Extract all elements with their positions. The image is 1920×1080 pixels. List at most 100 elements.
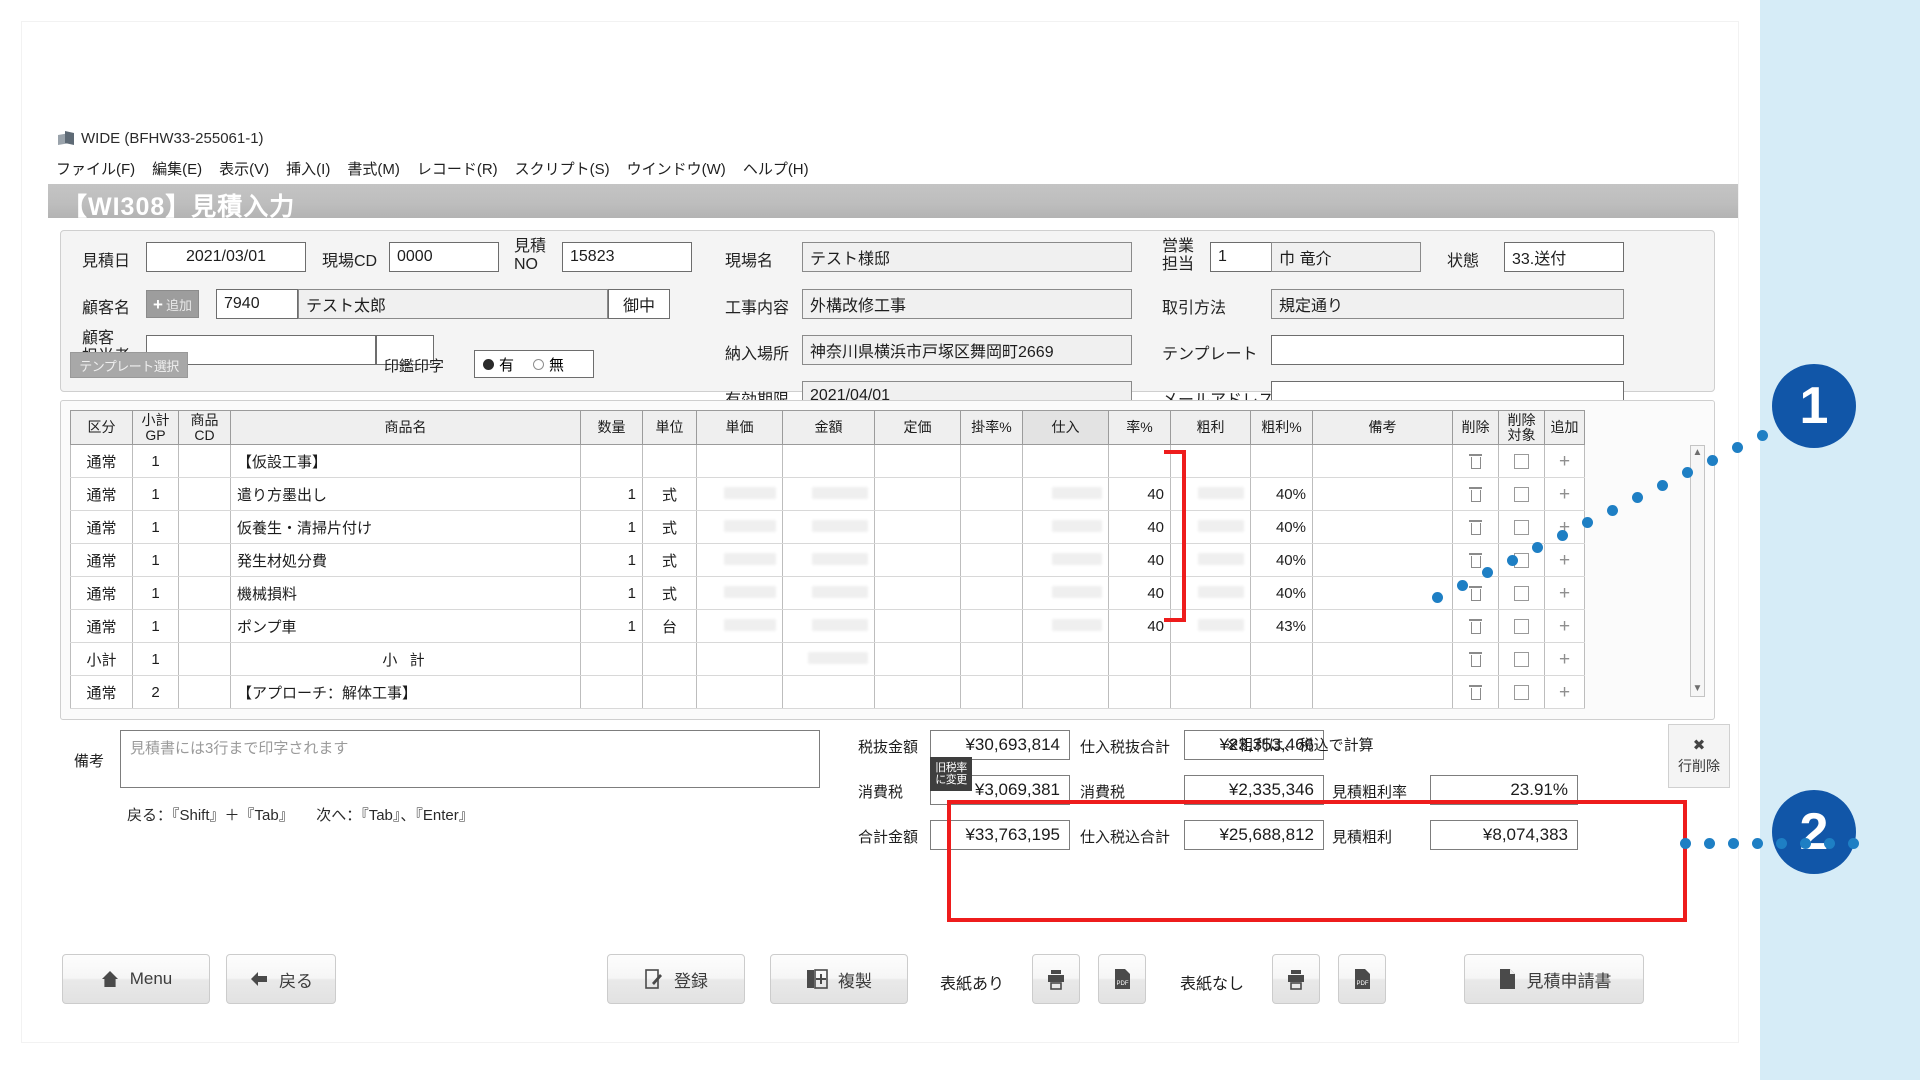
cell-kubun[interactable]: 通常 xyxy=(70,609,133,643)
cell-memo[interactable] xyxy=(1312,444,1453,478)
cell-rate-pct[interactable] xyxy=(960,609,1023,643)
cell-amount[interactable] xyxy=(782,444,875,478)
cell-gross-profit[interactable] xyxy=(1170,675,1251,709)
delete-target-checkbox[interactable] xyxy=(1498,510,1545,544)
status-field[interactable]: 33.送付 xyxy=(1504,242,1624,272)
cell-list-price[interactable] xyxy=(874,477,961,511)
table-row[interactable]: 通常 2 【アプローチ：解体工事】 + xyxy=(70,675,1585,709)
cell-subtotal-gp[interactable]: 2 xyxy=(132,675,179,709)
table-row[interactable]: 通常 1 ポンプ車 1 台 40 43% + xyxy=(70,609,1585,643)
cell-gross-profit-pct[interactable]: 40% xyxy=(1250,510,1313,544)
menu-item-script[interactable]: スクリプト(S) xyxy=(515,158,610,179)
cell-gross-profit-pct[interactable] xyxy=(1250,642,1313,676)
cell-kubun[interactable]: 通常 xyxy=(70,675,133,709)
register-button[interactable]: 登録 xyxy=(607,954,745,1004)
table-row[interactable]: 通常 1 【仮設工事】 + xyxy=(70,444,1585,478)
cell-qty[interactable]: 1 xyxy=(580,576,643,610)
delete-row-button[interactable] xyxy=(1452,642,1499,676)
add-row-button[interactable]: + xyxy=(1544,675,1585,709)
cell-cost[interactable] xyxy=(1022,510,1109,544)
duplicate-button[interactable]: 複製 xyxy=(770,954,908,1004)
cell-cost[interactable] xyxy=(1022,477,1109,511)
add-row-button[interactable]: + xyxy=(1544,642,1585,676)
cell-gross-profit-pct[interactable]: 40% xyxy=(1250,477,1313,511)
cell-memo[interactable] xyxy=(1312,477,1453,511)
cell-list-price[interactable] xyxy=(874,675,961,709)
table-row[interactable]: 通常 1 発生材処分費 1 式 40 40% + xyxy=(70,543,1585,577)
cell-unit[interactable] xyxy=(642,444,697,478)
cell-pct[interactable]: 40 xyxy=(1108,543,1171,577)
delete-target-checkbox[interactable] xyxy=(1498,477,1545,511)
cell-product-cd[interactable] xyxy=(178,444,231,478)
cell-memo[interactable] xyxy=(1312,642,1453,676)
cell-unit-price[interactable] xyxy=(696,543,783,577)
change-to-old-tax-rate-button[interactable]: 旧税率 に変更 xyxy=(930,757,972,791)
template-select-button[interactable]: テンプレート選択 xyxy=(70,352,188,378)
cell-amount[interactable] xyxy=(782,477,875,511)
cell-subtotal-gp[interactable]: 1 xyxy=(132,510,179,544)
customer-code-field[interactable]: 7940 xyxy=(216,289,298,319)
cell-amount[interactable] xyxy=(782,576,875,610)
trash-icon[interactable] xyxy=(1469,486,1482,502)
row-delete-button[interactable]: ✖ 行削除 xyxy=(1668,724,1730,788)
cell-unit[interactable]: 式 xyxy=(642,576,697,610)
add-row-button[interactable]: + xyxy=(1544,444,1585,478)
trash-icon[interactable] xyxy=(1469,519,1482,535)
checkbox-icon[interactable] xyxy=(1514,519,1529,535)
scroll-down-icon[interactable]: ▼ xyxy=(1691,682,1704,696)
trash-icon[interactable] xyxy=(1469,552,1482,568)
cell-product-name[interactable]: 小 計 xyxy=(230,642,581,676)
cell-product-cd[interactable] xyxy=(178,675,231,709)
cell-product-name[interactable]: 【アプローチ：解体工事】 xyxy=(230,675,581,709)
cell-cost[interactable] xyxy=(1022,543,1109,577)
trash-icon[interactable] xyxy=(1469,585,1482,601)
checkbox-icon[interactable] xyxy=(1514,651,1529,667)
checkbox-icon[interactable] xyxy=(1514,453,1529,469)
cell-pct[interactable]: 40 xyxy=(1108,477,1171,511)
cell-list-price[interactable] xyxy=(874,444,961,478)
table-row[interactable]: 通常 1 仮養生・清掃片付け 1 式 40 40% + xyxy=(70,510,1585,544)
cell-rate-pct[interactable] xyxy=(960,510,1023,544)
cell-rate-pct[interactable] xyxy=(960,543,1023,577)
cell-product-name[interactable]: ポンプ車 xyxy=(230,609,581,643)
cell-qty[interactable] xyxy=(580,675,643,709)
menu-item-file[interactable]: ファイル(F) xyxy=(56,158,135,179)
remarks-textarea[interactable]: 見積書には3行まで印字されます xyxy=(120,730,820,788)
cell-kubun[interactable]: 通常 xyxy=(70,543,133,577)
cell-unit-price[interactable] xyxy=(696,444,783,478)
delete-row-button[interactable] xyxy=(1452,675,1499,709)
plus-icon[interactable]: + xyxy=(1551,584,1578,603)
grid-vertical-scrollbar[interactable]: ▲ ▼ xyxy=(1690,445,1705,697)
cell-pct[interactable]: 40 xyxy=(1108,510,1171,544)
cell-qty[interactable]: 1 xyxy=(580,543,643,577)
cell-subtotal-gp[interactable]: 1 xyxy=(132,444,179,478)
deal-method-field[interactable]: 規定通り xyxy=(1271,289,1624,319)
delete-target-checkbox[interactable] xyxy=(1498,609,1545,643)
delete-target-checkbox[interactable] xyxy=(1498,675,1545,709)
cell-cost[interactable] xyxy=(1022,576,1109,610)
cell-subtotal-gp[interactable]: 1 xyxy=(132,576,179,610)
checkbox-icon[interactable] xyxy=(1514,585,1529,601)
trash-icon[interactable] xyxy=(1469,684,1482,700)
cell-product-name[interactable]: 仮養生・清掃片付け xyxy=(230,510,581,544)
cell-subtotal-gp[interactable]: 1 xyxy=(132,477,179,511)
cell-product-name[interactable]: 遣り方墨出し xyxy=(230,477,581,511)
cell-unit[interactable]: 台 xyxy=(642,609,697,643)
pdf-without-cover-button[interactable]: PDF xyxy=(1338,954,1386,1004)
plus-icon[interactable]: + xyxy=(1551,650,1578,669)
plus-icon[interactable]: + xyxy=(1551,551,1578,570)
cell-memo[interactable] xyxy=(1312,576,1453,610)
cell-amount[interactable] xyxy=(782,642,875,676)
add-row-button[interactable]: + xyxy=(1544,609,1585,643)
delete-target-checkbox[interactable] xyxy=(1498,444,1545,478)
cell-gross-profit[interactable] xyxy=(1170,642,1251,676)
cell-kubun[interactable]: 通常 xyxy=(70,477,133,511)
cell-amount[interactable] xyxy=(782,675,875,709)
table-row[interactable]: 通常 1 遣り方墨出し 1 式 40 40% + xyxy=(70,477,1585,511)
cell-list-price[interactable] xyxy=(874,510,961,544)
cell-qty[interactable] xyxy=(580,444,643,478)
menu-item-insert[interactable]: 挿入(I) xyxy=(286,158,330,179)
menu-item-edit[interactable]: 編集(E) xyxy=(152,158,202,179)
cell-rate-pct[interactable] xyxy=(960,477,1023,511)
menu-item-window[interactable]: ウインドウ(W) xyxy=(627,158,726,179)
